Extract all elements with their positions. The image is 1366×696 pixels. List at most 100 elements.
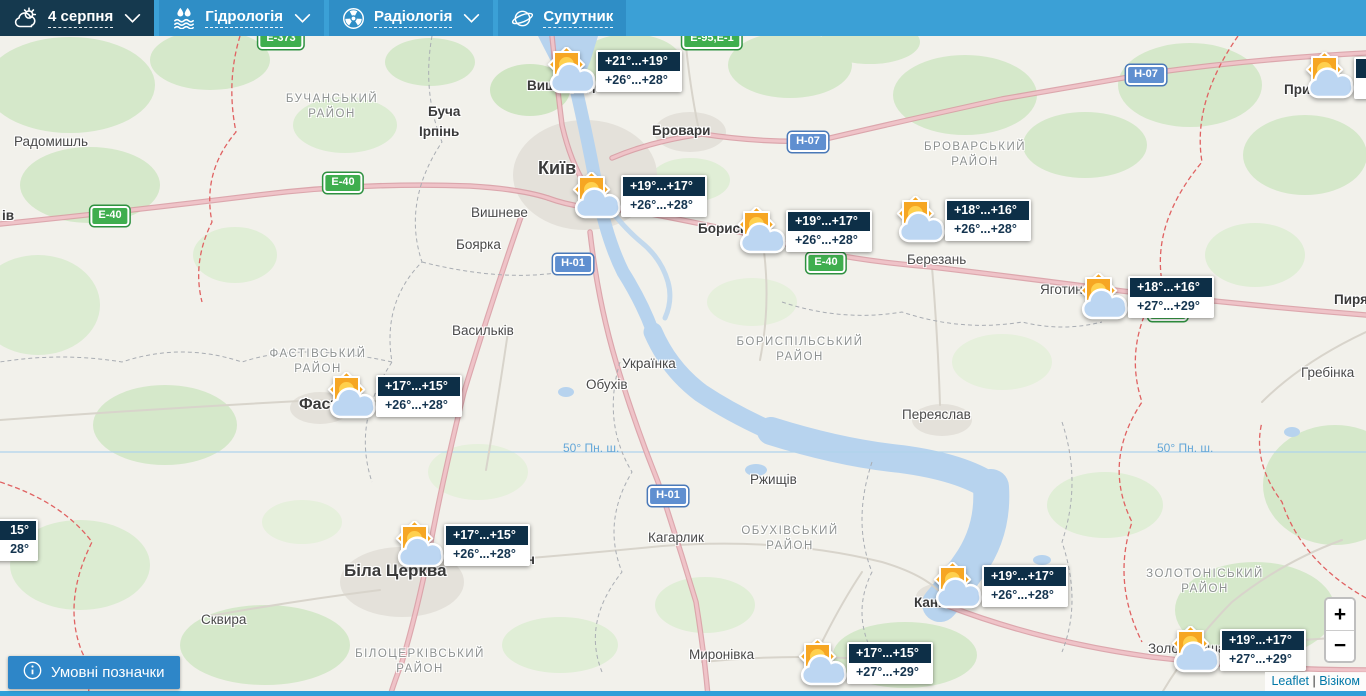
- sun-behind-cloud-icon[interactable]: [1168, 624, 1224, 674]
- road-badge: Е-40: [806, 253, 846, 273]
- sun-behind-cloud-icon[interactable]: [1076, 271, 1132, 321]
- temp-day-row: +26°...+28°: [788, 231, 870, 250]
- temp-day-row: 28°: [0, 540, 36, 559]
- temperature-label[interactable]: +21°...+19° +26°...+28°: [596, 50, 682, 92]
- temp-night-row: 15°: [0, 521, 36, 540]
- tab-forecast-date[interactable]: 4 серпня: [0, 0, 155, 36]
- temp-night-row: +19°...+17°: [984, 567, 1066, 586]
- sun-behind-cloud-icon[interactable]: [795, 637, 851, 687]
- sun-behind-cloud-icon[interactable]: [734, 205, 790, 255]
- temperature-label[interactable]: +19°...+17° +26°...+28°: [786, 210, 872, 252]
- temp-night-row: +18°...+16°: [1130, 278, 1212, 297]
- city-label: Радомишль: [14, 134, 89, 149]
- road-badge: Н-07: [1126, 65, 1166, 85]
- hydrology-icon: [172, 7, 196, 29]
- temp-night-row: +18°...+16°: [947, 201, 1029, 220]
- zoom-in-button[interactable]: +: [1326, 599, 1354, 630]
- sun-behind-cloud-icon[interactable]: [392, 519, 448, 569]
- district-label: БУЧАНСЬКИЙ РАЙОН: [285, 93, 379, 120]
- city-label: Пирятин: [1334, 292, 1366, 307]
- tab-radiology[interactable]: Радіологія: [329, 0, 494, 36]
- city-label: Березань: [907, 252, 967, 267]
- road-badge: Н-07: [788, 132, 828, 152]
- city-label: Українка: [622, 356, 676, 371]
- tab-label: 4 серпня: [48, 9, 114, 28]
- tab-satellite[interactable]: Супутник: [498, 0, 627, 36]
- legend-button[interactable]: Умовні позначки: [8, 656, 180, 689]
- temp-night-row: +19°...+17°: [1222, 631, 1304, 650]
- temp-day-row: +26°...+28°: [623, 196, 705, 215]
- city-label: ів: [2, 208, 15, 223]
- district-label: БІЛОЦЕРКІВСЬКИЙ РАЙОН: [355, 648, 485, 675]
- attribution: Leaflet | Візіком: [1265, 672, 1366, 691]
- district-label: ОБУХІВСЬКИЙ РАЙОН: [741, 525, 839, 552]
- temp-day-row: +27°...+29°: [849, 663, 931, 682]
- tab-hydrology[interactable]: Гідрологія: [159, 0, 325, 36]
- sun-behind-cloud-icon[interactable]: [893, 194, 949, 244]
- temp-day-row: +26°...+28°: [446, 545, 528, 564]
- legend-button-label: Умовні позначки: [51, 664, 165, 681]
- attribution-separator: |: [1312, 674, 1316, 688]
- top-navigation: 4 серпня Гідрологія Радіологія Супутник: [0, 0, 1366, 36]
- city-label: Ірпінь: [419, 124, 460, 139]
- temp-night-row: +17°...+15°: [849, 644, 931, 663]
- temperature-label[interactable]: +17°...+15° +26°...+28°: [376, 375, 462, 417]
- city-label: Переяслав: [902, 407, 971, 422]
- temperature-label[interactable]: +19°...+17° +27°...+29°: [1220, 629, 1306, 671]
- temperature-label[interactable]: 15° 28°: [0, 519, 38, 561]
- district-label: БРОВАРСЬКИЙ РАЙОН: [924, 141, 1026, 168]
- city-label: Буча: [428, 104, 461, 119]
- sun-behind-cloud-icon[interactable]: [544, 45, 600, 95]
- temp-day-row: +26°...+28°: [378, 396, 460, 415]
- chevron-down-icon: [294, 13, 311, 24]
- sun-behind-cloud-icon[interactable]: [569, 170, 625, 220]
- zoom-out-button[interactable]: −: [1326, 630, 1354, 661]
- vendor-link[interactable]: Візіком: [1319, 674, 1360, 688]
- map-labels-layer: РадомишльБучаІрпіньВишгородКиївБровариВи…: [0, 0, 1366, 696]
- temperature-label[interactable]: [1354, 57, 1366, 99]
- latitude-label: 50° Пн. ш.: [1157, 441, 1214, 455]
- temp-night-row: +21°...+19°: [598, 52, 680, 71]
- city-label: Васильків: [452, 323, 514, 338]
- tab-label: Радіологія: [374, 9, 453, 28]
- city-label: Кагарлик: [648, 530, 704, 545]
- temperature-label[interactable]: +18°...+16° +27°...+29°: [1128, 276, 1214, 318]
- temperature-label[interactable]: +19°...+17° +26°...+28°: [621, 175, 707, 217]
- sun-behind-cloud-icon[interactable]: [930, 560, 986, 610]
- sun-behind-cloud-icon[interactable]: [324, 370, 380, 420]
- temp-night-row: +17°...+15°: [378, 377, 460, 396]
- city-label: Ржищів: [750, 472, 797, 487]
- temperature-label[interactable]: +17°...+15° +27°...+29°: [847, 642, 933, 684]
- city-label: Гребінка: [1301, 365, 1355, 380]
- chevron-down-icon: [463, 13, 480, 24]
- road-badge: Е-40: [323, 173, 363, 193]
- temperature-label[interactable]: +19°...+17° +26°...+28°: [982, 565, 1068, 607]
- sun-behind-cloud-icon[interactable]: [1302, 50, 1358, 100]
- road-badge: Н-01: [648, 486, 688, 506]
- city-label: Боярка: [456, 237, 501, 252]
- tab-label: Супутник: [543, 9, 614, 28]
- map[interactable]: РадомишльБучаІрпіньВишгородКиївБровариВи…: [0, 0, 1366, 696]
- temp-night-row: +17°...+15°: [446, 526, 528, 545]
- leaflet-link[interactable]: Leaflet: [1271, 674, 1309, 688]
- district-label: ЗОЛОТОНІСЬКИЙ РАЙОН: [1146, 568, 1264, 595]
- temperature-label[interactable]: +17°...+15° +26°...+28°: [444, 524, 530, 566]
- city-label: Миронівка: [689, 647, 755, 662]
- road-badge: Е-40: [90, 206, 130, 226]
- zoom-control: + −: [1324, 597, 1356, 663]
- temperature-label[interactable]: +18°...+16° +26°...+28°: [945, 199, 1031, 241]
- temp-night-row: +19°...+17°: [623, 177, 705, 196]
- info-icon: [23, 661, 42, 684]
- latitude-label: 50° Пн. ш.: [563, 441, 620, 455]
- temp-night-row: +19°...+17°: [788, 212, 870, 231]
- chevron-down-icon: [124, 13, 141, 24]
- weather-icon: [13, 7, 39, 29]
- city-label: Обухів: [586, 377, 628, 392]
- radiology-icon: [342, 7, 365, 30]
- tab-label: Гідрологія: [205, 9, 284, 28]
- road-badge: Н-01: [553, 254, 593, 274]
- temp-day-row: +26°...+28°: [598, 71, 680, 90]
- satellite-icon: [511, 7, 534, 30]
- city-label: Вишневе: [471, 205, 528, 220]
- temp-day-row: +26°...+28°: [947, 220, 1029, 239]
